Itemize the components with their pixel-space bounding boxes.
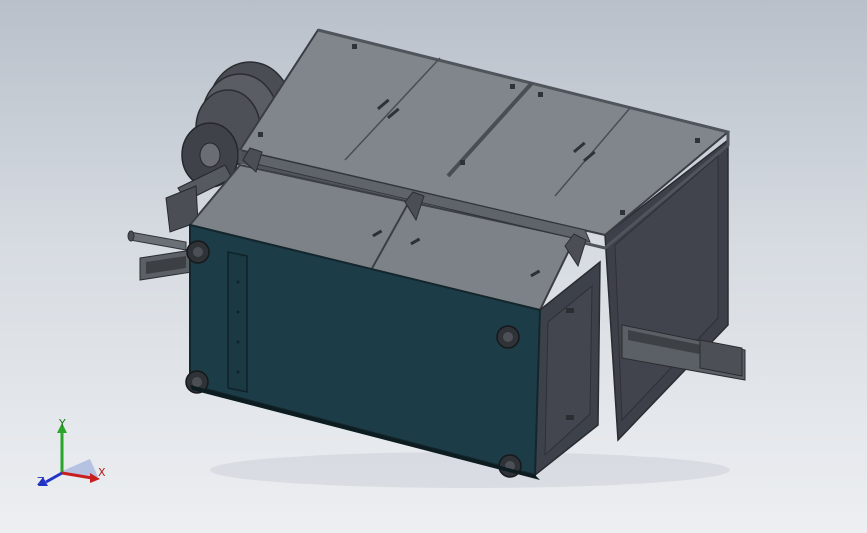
door-screw — [236, 370, 240, 374]
wheel-hub — [503, 332, 513, 342]
wheel-hub — [192, 377, 202, 387]
3d-model-viewport[interactable]: Y X Z — [0, 0, 867, 533]
coordinate-triad: Y X Z — [30, 415, 120, 495]
fastener — [352, 44, 357, 49]
fastener — [258, 132, 263, 137]
side-vent — [566, 308, 574, 313]
door-screw — [236, 280, 240, 284]
fastener — [460, 160, 465, 165]
fastener — [510, 84, 515, 89]
fastener — [538, 92, 543, 97]
side-vent — [566, 415, 574, 420]
roller-hub-center — [199, 142, 221, 168]
y-axis-label: Y — [59, 417, 66, 430]
wheel-hub — [193, 247, 203, 257]
z-axis-label: Z — [37, 475, 45, 488]
left-slide-rail[interactable] — [139, 249, 193, 281]
rod-body — [129, 231, 187, 251]
x-axis-label: X — [98, 466, 106, 479]
door-screw — [236, 340, 240, 344]
fastener — [695, 138, 700, 143]
z-axis-line — [45, 471, 63, 484]
rod-end — [127, 230, 135, 242]
guide-rod-left[interactable] — [127, 230, 187, 251]
fastener — [620, 210, 625, 215]
machine-assembly-model[interactable] — [0, 0, 867, 533]
door-screw — [236, 310, 240, 314]
